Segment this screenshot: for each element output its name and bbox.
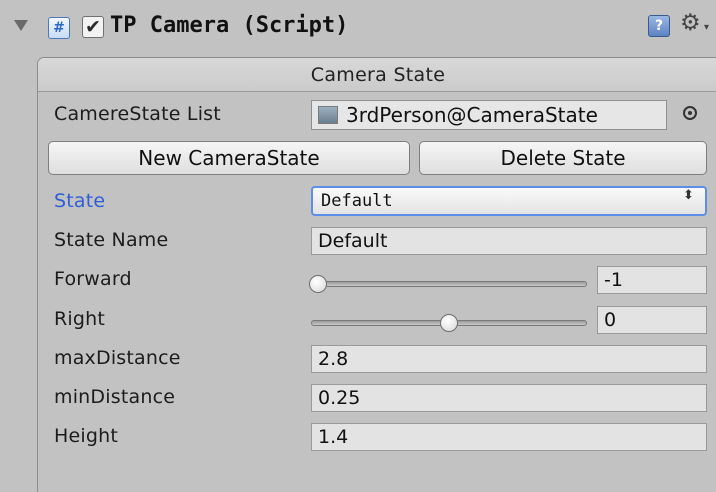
script-icon: #: [48, 17, 70, 39]
delete-state-button[interactable]: Delete State: [419, 141, 707, 175]
scriptable-object-icon: [318, 106, 338, 124]
enable-checkbox[interactable]: ✔: [82, 16, 104, 38]
min-distance-label: minDistance: [54, 386, 176, 408]
max-distance-field[interactable]: 2.8: [311, 345, 707, 373]
right-label: Right: [54, 308, 106, 330]
forward-label: Forward: [54, 268, 132, 290]
new-camera-state-button[interactable]: New CameraState: [48, 141, 410, 175]
camera-state-list-label: CamereState List: [54, 103, 221, 125]
state-label: State: [54, 190, 106, 212]
forward-value-field[interactable]: -1: [597, 266, 707, 294]
foldout-triangle-icon[interactable]: [14, 20, 28, 31]
component-title: TP Camera (Script): [110, 13, 349, 38]
chevron-down-icon[interactable]: ▾: [704, 22, 709, 33]
min-distance-field[interactable]: 0.25: [311, 384, 707, 412]
right-value-field[interactable]: 0: [597, 306, 707, 334]
component-header: # ✔ TP Camera (Script) ? ⚙ ▾: [0, 0, 716, 56]
state-name-field[interactable]: Default: [311, 227, 707, 255]
state-name-label: State Name: [54, 229, 169, 251]
object-picker-icon[interactable]: [683, 106, 697, 120]
help-icon[interactable]: ?: [648, 15, 670, 37]
forward-slider-track[interactable]: [311, 281, 587, 287]
camera-state-list-field[interactable]: 3rdPerson@CameraState: [311, 100, 667, 130]
max-distance-label: maxDistance: [54, 347, 181, 369]
dropdown-arrows-icon: ⬍: [683, 188, 694, 203]
section-header: Camera State: [38, 58, 716, 92]
gear-icon[interactable]: ⚙: [680, 11, 701, 35]
height-label: Height: [54, 425, 119, 447]
section-title: Camera State: [310, 64, 446, 86]
height-field[interactable]: 1.4: [311, 423, 707, 451]
right-slider-thumb[interactable]: [440, 314, 458, 332]
state-dropdown[interactable]: Default: [311, 186, 707, 216]
forward-slider-thumb[interactable]: [309, 275, 327, 293]
